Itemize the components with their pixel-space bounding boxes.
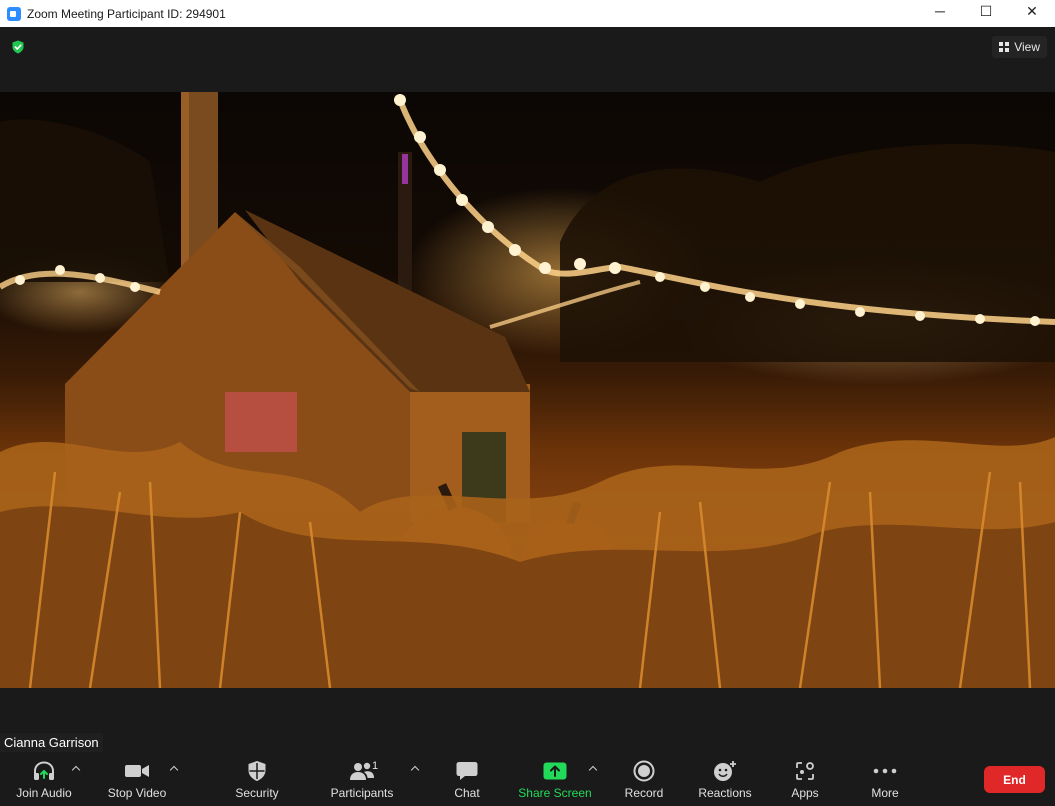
end-meeting-button[interactable]: End	[984, 766, 1045, 793]
join-audio-button[interactable]: Join Audio	[14, 752, 74, 806]
shield-icon	[243, 759, 271, 783]
chat-button[interactable]: Chat	[450, 752, 484, 806]
chat-label: Chat	[454, 786, 480, 800]
share-screen-label: Share Screen	[518, 786, 592, 800]
video-frame-scene	[0, 92, 1055, 688]
reactions-button[interactable]: Reactions	[697, 752, 753, 806]
share-screen-button[interactable]: Share Screen	[518, 752, 592, 806]
close-button[interactable]: ✕	[1009, 0, 1055, 22]
participant-video[interactable]	[0, 92, 1055, 688]
participants-icon: 1	[348, 759, 379, 783]
meeting-toolbar: Join Audio Stop Video Security 1 Partici…	[0, 752, 1055, 806]
reactions-label: Reactions	[698, 786, 752, 800]
chat-bubble-icon	[453, 759, 481, 783]
view-button[interactable]: View	[992, 36, 1047, 58]
maximize-button[interactable]: ☐	[963, 0, 1009, 22]
zoom-app-icon	[7, 6, 21, 21]
apps-icon	[791, 759, 819, 783]
apps-label: Apps	[791, 786, 819, 800]
view-label: View	[1014, 40, 1040, 54]
record-button[interactable]: Record	[623, 752, 665, 806]
zoom-meeting-window: Zoom Meeting Participant ID: 294901 ─ ☐ …	[0, 0, 1055, 806]
participants-count: 1	[372, 760, 379, 772]
stop-video-label: Stop Video	[107, 786, 167, 800]
participants-button[interactable]: 1 Participants	[330, 752, 394, 806]
headphones-icon	[30, 759, 58, 783]
record-label: Record	[624, 786, 664, 800]
more-button[interactable]: More	[866, 752, 904, 806]
apps-button[interactable]: Apps	[788, 752, 822, 806]
minimize-button[interactable]: ─	[917, 0, 963, 22]
shield-check-icon[interactable]	[11, 40, 25, 54]
video-options-chevron-icon[interactable]	[169, 764, 179, 774]
participants-label: Participants	[330, 786, 394, 800]
emoji-plus-icon	[711, 759, 739, 783]
meeting-top-bar: View	[0, 27, 1055, 92]
window-title: Zoom Meeting Participant ID: 294901	[27, 6, 226, 21]
security-button[interactable]: Security	[232, 752, 282, 806]
grid-view-icon	[999, 42, 1010, 52]
security-label: Security	[235, 786, 279, 800]
audio-options-chevron-icon[interactable]	[71, 764, 81, 774]
share-screen-icon	[541, 759, 569, 783]
window-controls: ─ ☐ ✕	[917, 0, 1055, 27]
participant-name-tag: Cianna Garrison	[0, 733, 103, 753]
more-dots-icon	[871, 759, 899, 783]
join-audio-label: Join Audio	[16, 786, 72, 800]
stop-video-button[interactable]: Stop Video	[105, 752, 169, 806]
title-bar: Zoom Meeting Participant ID: 294901 ─ ☐ …	[0, 0, 1055, 27]
share-options-chevron-icon[interactable]	[588, 764, 598, 774]
more-label: More	[871, 786, 899, 800]
record-icon	[630, 759, 658, 783]
video-camera-icon	[123, 759, 151, 783]
participants-options-chevron-icon[interactable]	[410, 764, 420, 774]
